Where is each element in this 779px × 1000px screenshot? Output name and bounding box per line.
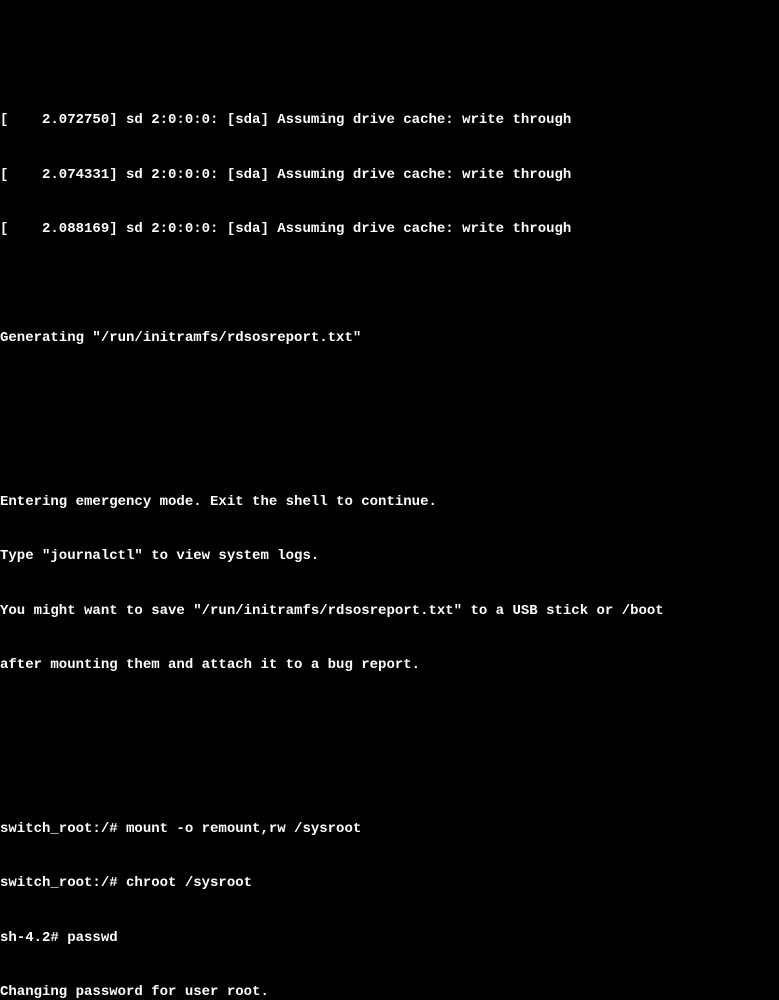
kernel-log-line: [ 2.088169] sd 2:0:0:0: [sda] Assuming d… — [0, 220, 779, 238]
generating-report-line: Generating "/run/initramfs/rdsosreport.t… — [0, 329, 779, 347]
save-report-hint-line: You might want to save "/run/initramfs/r… — [0, 602, 779, 620]
journalctl-hint-line: Type "journalctl" to view system logs. — [0, 547, 779, 565]
passwd-command-line: sh-4.2# passwd — [0, 929, 779, 947]
blank-line — [0, 275, 779, 293]
kernel-log-line: [ 2.074331] sd 2:0:0:0: [sda] Assuming d… — [0, 166, 779, 184]
bug-report-hint-line: after mounting them and attach it to a b… — [0, 656, 779, 674]
changing-password-line: Changing password for user root. — [0, 983, 779, 1000]
chroot-command-line: switch_root:/# chroot /sysroot — [0, 874, 779, 892]
blank-line — [0, 711, 779, 729]
kernel-log-line: [ 2.072750] sd 2:0:0:0: [sda] Assuming d… — [0, 111, 779, 129]
emergency-mode-line: Entering emergency mode. Exit the shell … — [0, 493, 779, 511]
blank-line — [0, 438, 779, 456]
blank-line — [0, 384, 779, 402]
terminal-console[interactable]: [ 2.072750] sd 2:0:0:0: [sda] Assuming d… — [0, 75, 779, 1000]
mount-command-line: switch_root:/# mount -o remount,rw /sysr… — [0, 820, 779, 838]
blank-line — [0, 765, 779, 783]
